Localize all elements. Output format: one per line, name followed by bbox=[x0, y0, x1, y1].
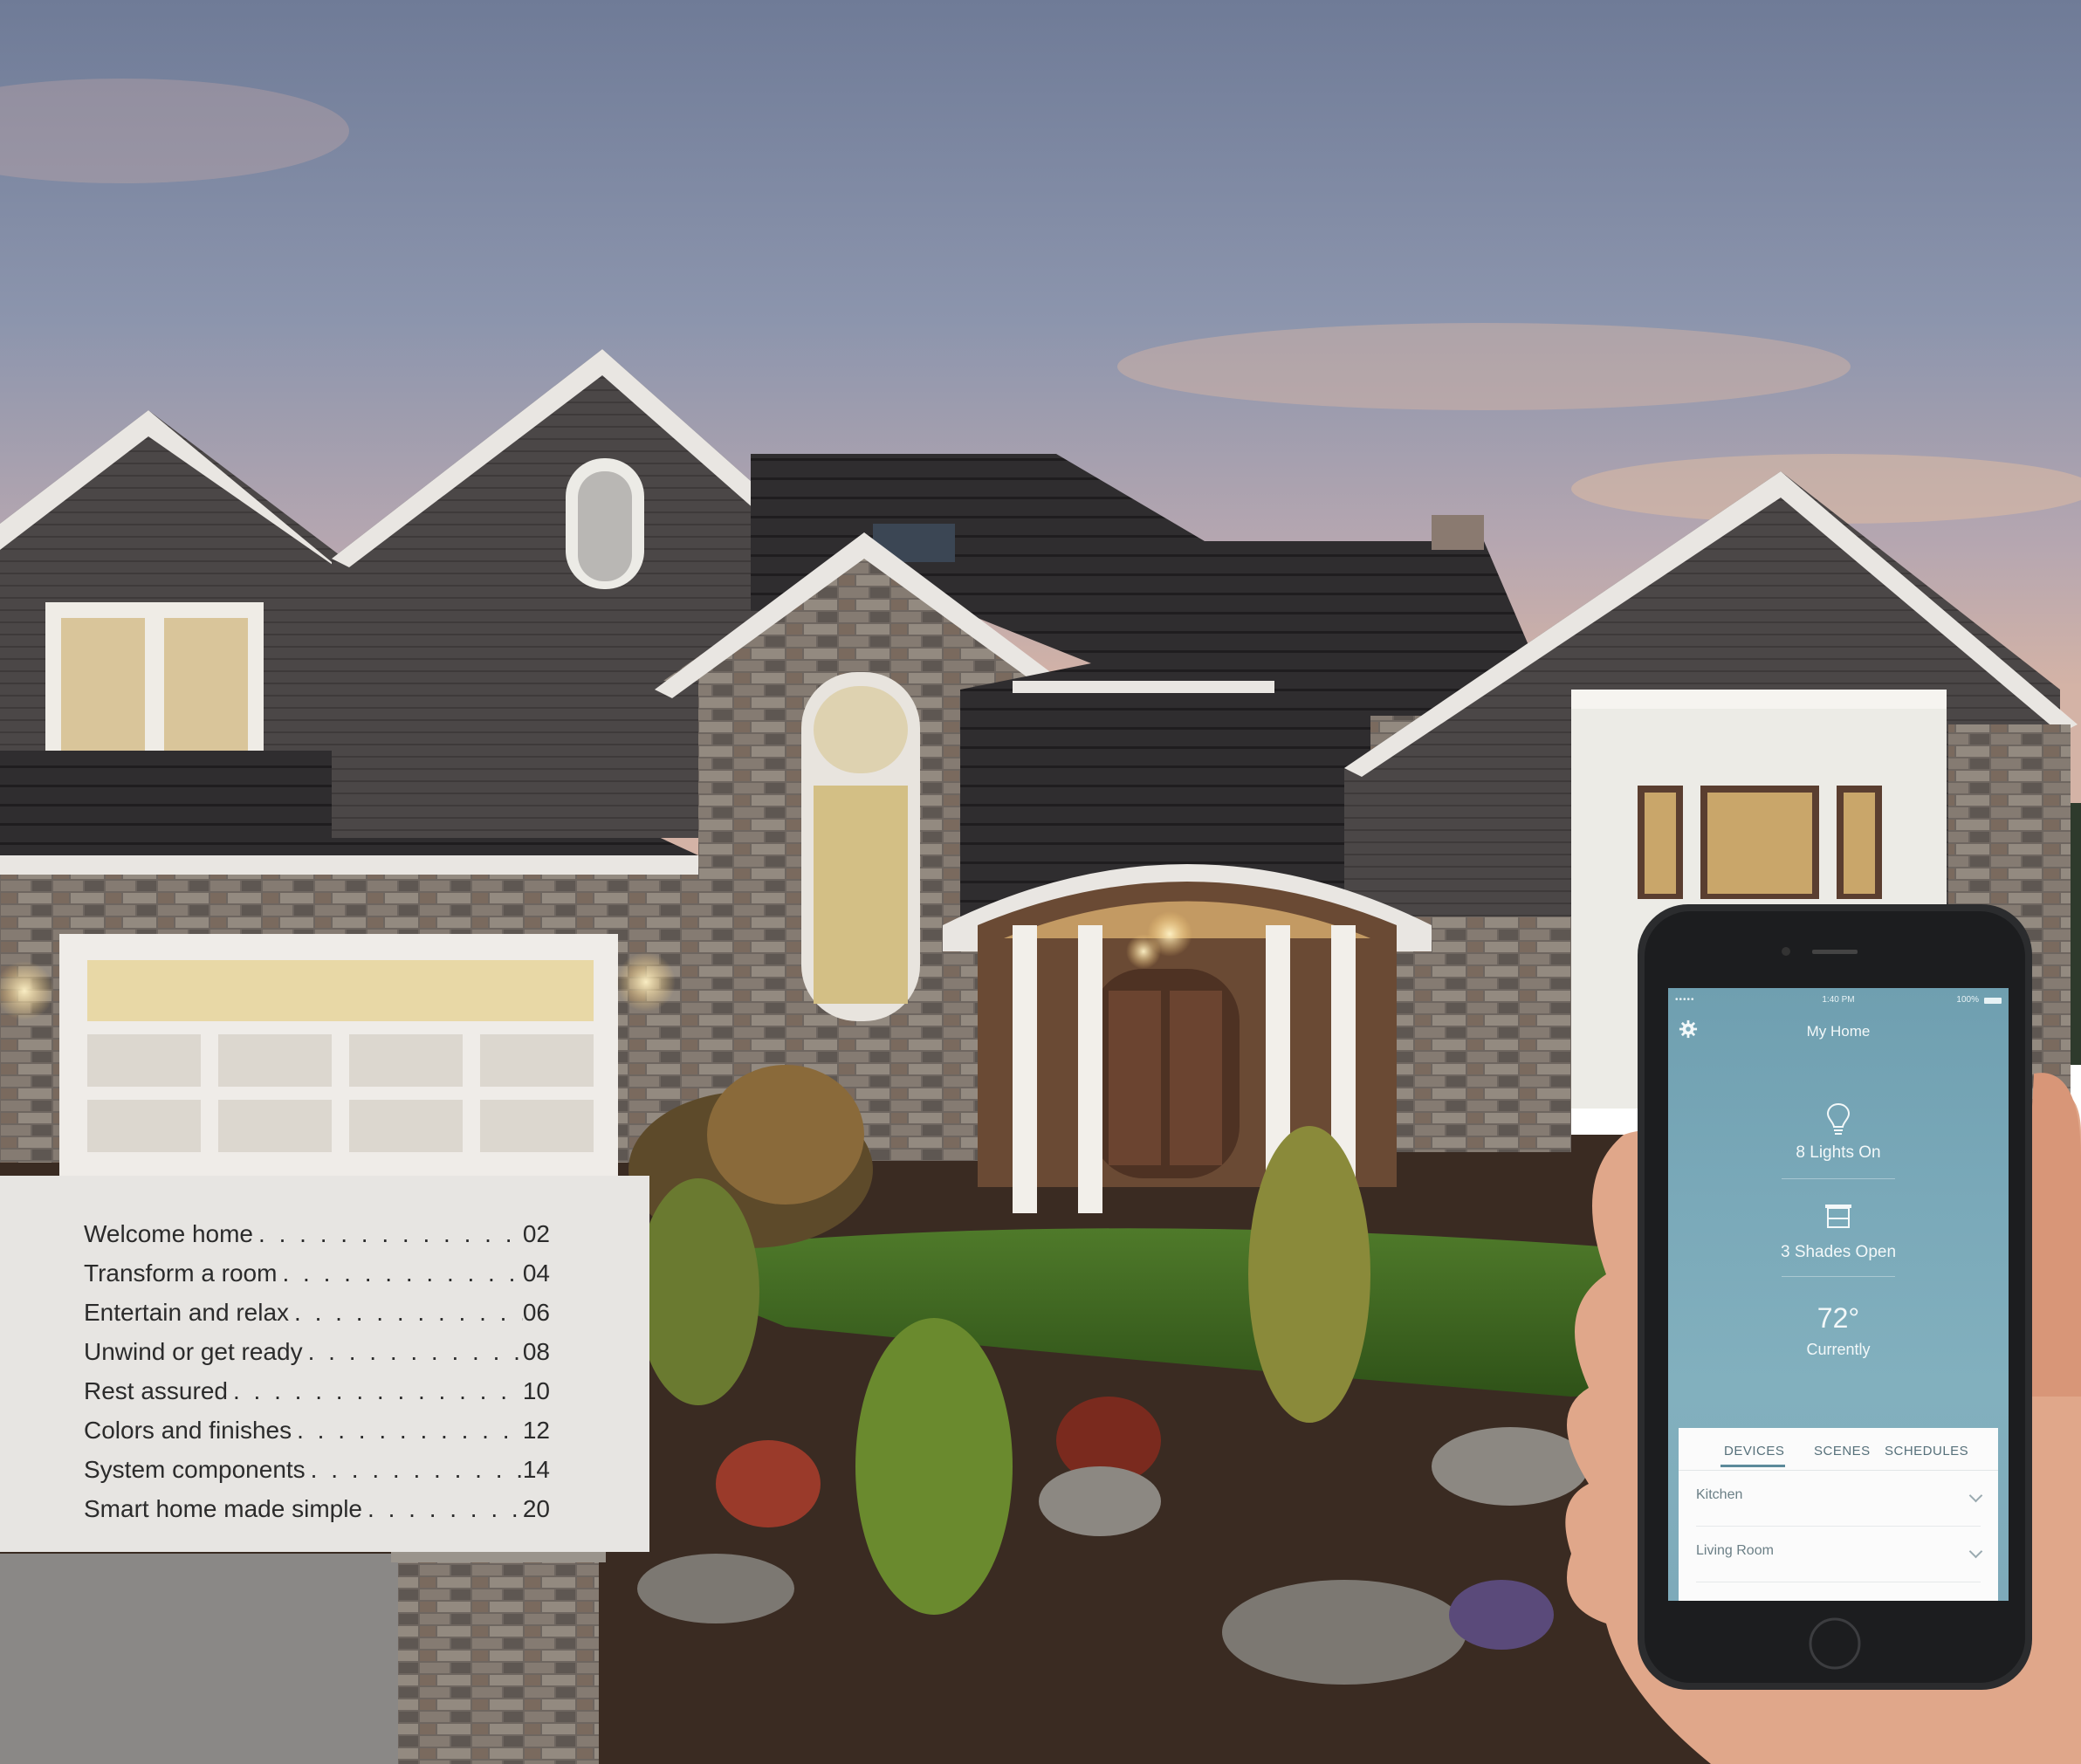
toc-item-title: Rest assured bbox=[84, 1377, 228, 1404]
toc-item-system-components[interactable]: System components 14 bbox=[84, 1445, 550, 1484]
status-bar: ••••• 1:40 PM 100% bbox=[1668, 995, 2009, 1009]
room-row-kitchen[interactable]: Kitchen bbox=[1696, 1472, 1983, 1524]
toc-item-title: Transform a room bbox=[84, 1260, 278, 1287]
toc-item-page: 20 bbox=[522, 1495, 550, 1522]
tab-devices[interactable]: DEVICES bbox=[1724, 1444, 1784, 1459]
toc-leader-dots bbox=[253, 1220, 523, 1248]
toc-item-title: Entertain and relax bbox=[84, 1299, 290, 1326]
toc-item-title: Unwind or get ready bbox=[84, 1338, 303, 1365]
toc-leader-dots bbox=[277, 1260, 522, 1287]
toc-item-title: Colors and finishes bbox=[84, 1417, 292, 1444]
shade-icon bbox=[1825, 1205, 1851, 1228]
lights-status[interactable]: 8 Lights On bbox=[1668, 1143, 2009, 1163]
toc-item-title: System components bbox=[84, 1456, 306, 1483]
toc-item-title: Welcome home bbox=[84, 1220, 254, 1247]
toc-item-rest-assured[interactable]: Rest assured 10 bbox=[84, 1366, 550, 1405]
toc-item-welcome-home[interactable]: Welcome home 02 bbox=[84, 1209, 550, 1248]
toc-leader-dots bbox=[306, 1456, 523, 1484]
battery-percent: 100% bbox=[1956, 995, 1979, 1005]
divider bbox=[1782, 1276, 1895, 1277]
toc-item-entertain-and-relax[interactable]: Entertain and relax 06 bbox=[84, 1287, 550, 1327]
temperature-label: Currently bbox=[1806, 1341, 1871, 1358]
toc-leader-dots bbox=[292, 1417, 523, 1445]
shades-status[interactable]: 3 Shades Open bbox=[1668, 1243, 2009, 1262]
toc-item-page: 10 bbox=[522, 1377, 550, 1404]
toc-item-transform-a-room[interactable]: Transform a room 04 bbox=[84, 1248, 550, 1287]
tab-bar: DEVICES SCENES SCHEDULES bbox=[1679, 1444, 1998, 1471]
room-label: Living Room bbox=[1696, 1543, 1774, 1558]
table-of-contents: Welcome home 02 Transform a room 04 Entert… bbox=[0, 1176, 649, 1552]
toc-item-page: 02 bbox=[522, 1220, 550, 1247]
toc-item-title: Smart home made simple bbox=[84, 1495, 363, 1522]
toc-item-unwind-or-get-ready[interactable]: Unwind or get ready 08 bbox=[84, 1327, 550, 1366]
toc-item-page: 04 bbox=[522, 1260, 550, 1287]
toc-list: Welcome home 02 Transform a room 04 Entert… bbox=[84, 1209, 550, 1523]
toc-leader-dots bbox=[362, 1495, 523, 1523]
room-label: Kitchen bbox=[1696, 1487, 1743, 1502]
battery-icon bbox=[1984, 998, 2002, 1004]
screen-title: My Home bbox=[1806, 1023, 1871, 1040]
toc-leader-dots bbox=[289, 1299, 523, 1327]
toc-leader-dots bbox=[303, 1338, 523, 1366]
toc-leader-dots bbox=[228, 1377, 523, 1405]
tab-schedules[interactable]: SCHEDULES bbox=[1885, 1444, 1968, 1459]
toc-item-page: 12 bbox=[522, 1417, 550, 1444]
room-row-living-room[interactable]: Living Room bbox=[1696, 1527, 1983, 1580]
divider bbox=[1782, 1178, 1895, 1179]
chevron-down-icon[interactable] bbox=[1968, 1544, 1983, 1559]
row-divider bbox=[1696, 1526, 1981, 1527]
active-tab-indicator bbox=[1720, 1465, 1785, 1467]
temperature-value[interactable]: 72° bbox=[1668, 1302, 2009, 1335]
toc-item-smart-home-made-simple[interactable]: Smart home made simple 20 bbox=[84, 1484, 550, 1523]
toc-item-page: 06 bbox=[522, 1299, 550, 1326]
chevron-down-icon[interactable] bbox=[1968, 1488, 1983, 1503]
lightbulb-icon bbox=[1826, 1102, 1851, 1135]
toc-item-colors-and-finishes[interactable]: Colors and finishes 12 bbox=[84, 1405, 550, 1445]
tab-scenes[interactable]: SCENES bbox=[1814, 1444, 1871, 1459]
phone-app-screen: ••••• 1:40 PM 100% My Home 8 Lights On 3… bbox=[1668, 988, 2009, 1601]
tab-divider bbox=[1679, 1470, 1998, 1471]
devices-panel: DEVICES SCENES SCHEDULES Kitchen Living … bbox=[1679, 1428, 1998, 1601]
toc-item-page: 08 bbox=[522, 1338, 550, 1365]
toc-item-page: 14 bbox=[522, 1456, 550, 1483]
